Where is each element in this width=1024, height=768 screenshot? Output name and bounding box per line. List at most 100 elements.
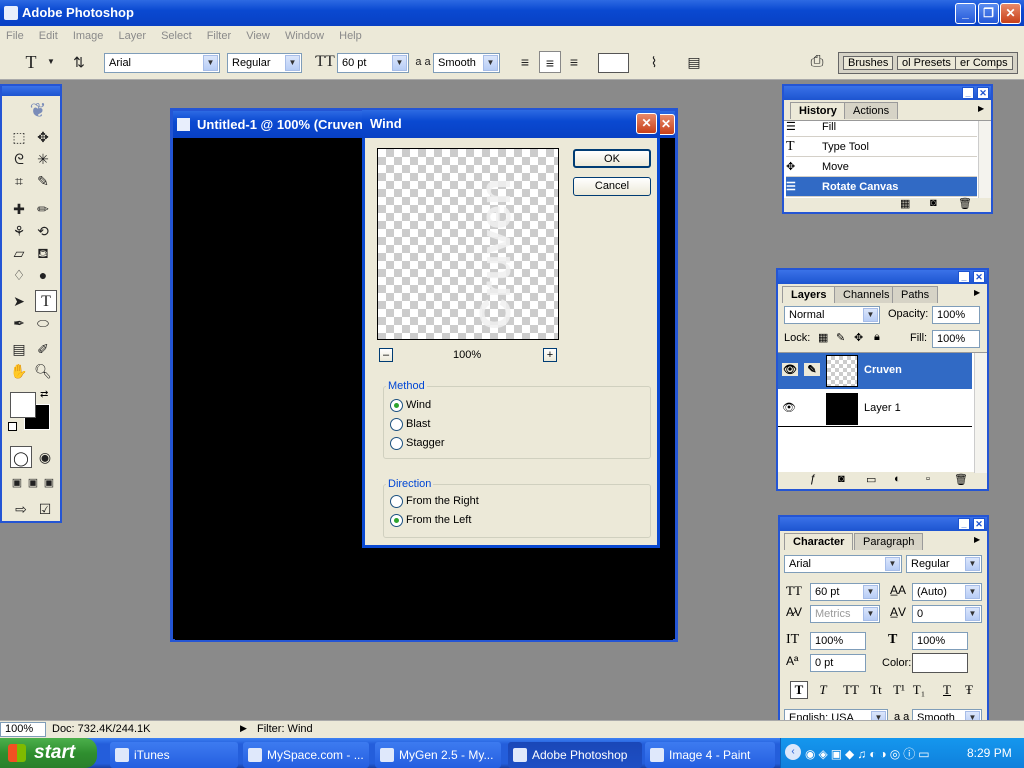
shape-tool-icon[interactable]: ⬭ [32,312,54,334]
character-close-button[interactable]: ✕ [973,518,985,530]
direction-left-label[interactable]: From the Left [406,514,471,526]
list-item[interactable]: ☰ Fill [786,121,977,137]
layer-style-icon[interactable]: ƒ [810,473,816,485]
small-caps-button[interactable]: Tt [866,681,886,699]
font-family-select[interactable]: Arial ▼ [104,53,220,73]
eye-icon[interactable]: 👁︎ [782,401,796,414]
crop-tool-icon[interactable]: ⌗ [8,170,30,192]
magic-wand-icon[interactable]: ✳ [32,148,54,170]
layer-name[interactable]: Cruven [864,364,902,376]
method-wind-label[interactable]: Wind [406,399,431,411]
tab-character[interactable]: Character [784,533,854,550]
char-font-style-select[interactable]: Regular ▼ [906,555,982,573]
snapshot-icon[interactable]: ◙ [930,197,937,209]
text-color-swatch[interactable] [598,53,629,73]
adjustment-layer-icon[interactable]: ◐ [894,473,901,485]
align-left-icon[interactable]: ≡ [514,51,536,73]
taskbar-item-paint[interactable]: Image 4 - Paint [645,742,775,768]
type-tool-preset-icon[interactable]: T [20,51,42,73]
history-panel-title-bar[interactable] [784,86,991,100]
paint-bucket-icon[interactable]: ⛾ [32,242,54,264]
tab-actions[interactable]: Actions [844,102,899,119]
tab-channels[interactable]: Channels [834,286,899,303]
quick-mask-icon[interactable]: ◉ [34,446,56,468]
blur-tool-icon[interactable]: ♢ [8,264,30,286]
char-font-family-select[interactable]: Arial ▼ [784,555,902,573]
start-button[interactable]: start [0,738,97,768]
preset-dropdown-icon[interactable]: ▼ [40,51,62,73]
menu-filter[interactable]: Filter [201,26,237,46]
tab-history[interactable]: History [790,102,846,119]
layers-menu-button[interactable]: ▶ [974,288,980,297]
history-minimize-button[interactable]: _ [962,87,974,99]
method-blast-label[interactable]: Blast [406,418,430,430]
trash-icon[interactable]: 🗑︎ [954,473,968,486]
tray-icons[interactable]: ◉◈▣◆♫◐◑◎ⓘ▭ [805,745,933,762]
default-colors-icon[interactable] [8,422,17,431]
clone-stamp-icon[interactable]: ⚘ [8,220,30,242]
status-menu-arrow-icon[interactable]: ▶ [240,723,247,734]
type-tool-icon[interactable]: T [35,290,57,312]
feather-logo-icon[interactable]: ❦ [18,98,58,122]
dialog-title-bar[interactable]: Wind ✕ [362,110,660,138]
menu-file[interactable]: File [0,26,30,46]
list-item[interactable]: T Type Tool [786,137,977,157]
lasso-tool-icon[interactable]: ᘓ [8,148,30,170]
tab-paths[interactable]: Paths [892,286,939,303]
lock-pixels-icon[interactable]: ✎ [836,331,845,344]
slice-tool-icon[interactable]: ✎ [32,170,54,192]
layers-minimize-button[interactable]: _ [958,271,970,283]
brush-tool-icon[interactable]: ✏ [32,198,54,220]
app-title-bar[interactable]: Adobe Photoshop _ ❐ ✕ [0,0,1024,26]
tab-layers[interactable]: Layers [782,286,836,303]
history-scrollbar[interactable] [978,121,991,198]
menu-window[interactable]: Window [279,26,330,46]
antialias-select[interactable]: Smooth ▼ [433,53,500,73]
char-leading-select[interactable]: (Auto) ▼ [912,583,982,601]
ok-button[interactable]: OK [573,149,651,168]
file-browser-icon[interactable]: ⎙ [806,51,828,73]
tab-paragraph[interactable]: Paragraph [854,533,924,550]
dodge-tool-icon[interactable]: ● [32,264,54,286]
character-panel-title-bar[interactable] [780,517,987,531]
zoom-tool-icon[interactable]: 🔍︎ [32,360,54,382]
opacity-field[interactable]: 100% [932,306,980,324]
all-caps-button[interactable]: TT [840,681,862,699]
blend-mode-select[interactable]: Normal ▼ [784,306,880,324]
zoom-in-button[interactable]: + [543,348,557,362]
warp-text-icon[interactable]: ⌇ [643,51,665,73]
faux-italic-button[interactable]: T [814,681,832,699]
char-kerning-select[interactable]: Metrics ▼ [810,605,880,623]
close-button[interactable]: ✕ [1000,3,1021,24]
hand-tool-icon[interactable]: ✋ [8,360,30,382]
healing-brush-icon[interactable]: ✚ [8,198,30,220]
screen-mode-full-icon[interactable]: ▣ [38,472,60,494]
subscript-button[interactable]: T₁ [910,681,928,699]
char-size-select[interactable]: 60 pt ▼ [810,583,880,601]
menu-layer[interactable]: Layer [112,26,152,46]
menu-edit[interactable]: Edit [33,26,64,46]
taskbar-item-photoshop[interactable]: Adobe Photoshop [508,742,642,768]
marquee-tool-icon[interactable]: ⬚ [8,126,30,148]
menu-image[interactable]: Image [67,26,110,46]
text-orientation-icon[interactable]: ⇅ [68,51,90,73]
char-baseline-field[interactable]: 0 pt [810,654,866,672]
well-tab-layer-comps[interactable]: er Comps [955,56,1013,70]
add-mask-icon[interactable]: ◙ [838,473,845,485]
method-blast-radio[interactable] [390,418,403,431]
align-center-icon[interactable]: ≡ [539,51,561,73]
list-item[interactable]: ✥ Move [786,157,977,177]
swap-colors-icon[interactable]: ⇄ [40,389,48,400]
zoom-field[interactable]: 100% [0,722,46,737]
path-selection-icon[interactable]: ➤ [8,290,30,312]
eyedropper-icon[interactable]: ✐ [32,338,54,360]
notes-tool-icon[interactable]: ▤ [8,338,30,360]
history-menu-button[interactable]: ▶ [978,104,984,113]
taskbar-item-mygen[interactable]: MyGen 2.5 - My... [375,742,501,768]
foreground-color-swatch[interactable] [10,392,36,418]
char-tracking-select[interactable]: 0 ▼ [912,605,982,623]
char-color-swatch[interactable] [912,653,968,673]
well-tab-brushes[interactable]: Brushes [843,56,894,70]
taskbar-item-myspace[interactable]: MySpace.com - ... [243,742,369,768]
char-hscale-field[interactable]: 100% [912,632,968,650]
